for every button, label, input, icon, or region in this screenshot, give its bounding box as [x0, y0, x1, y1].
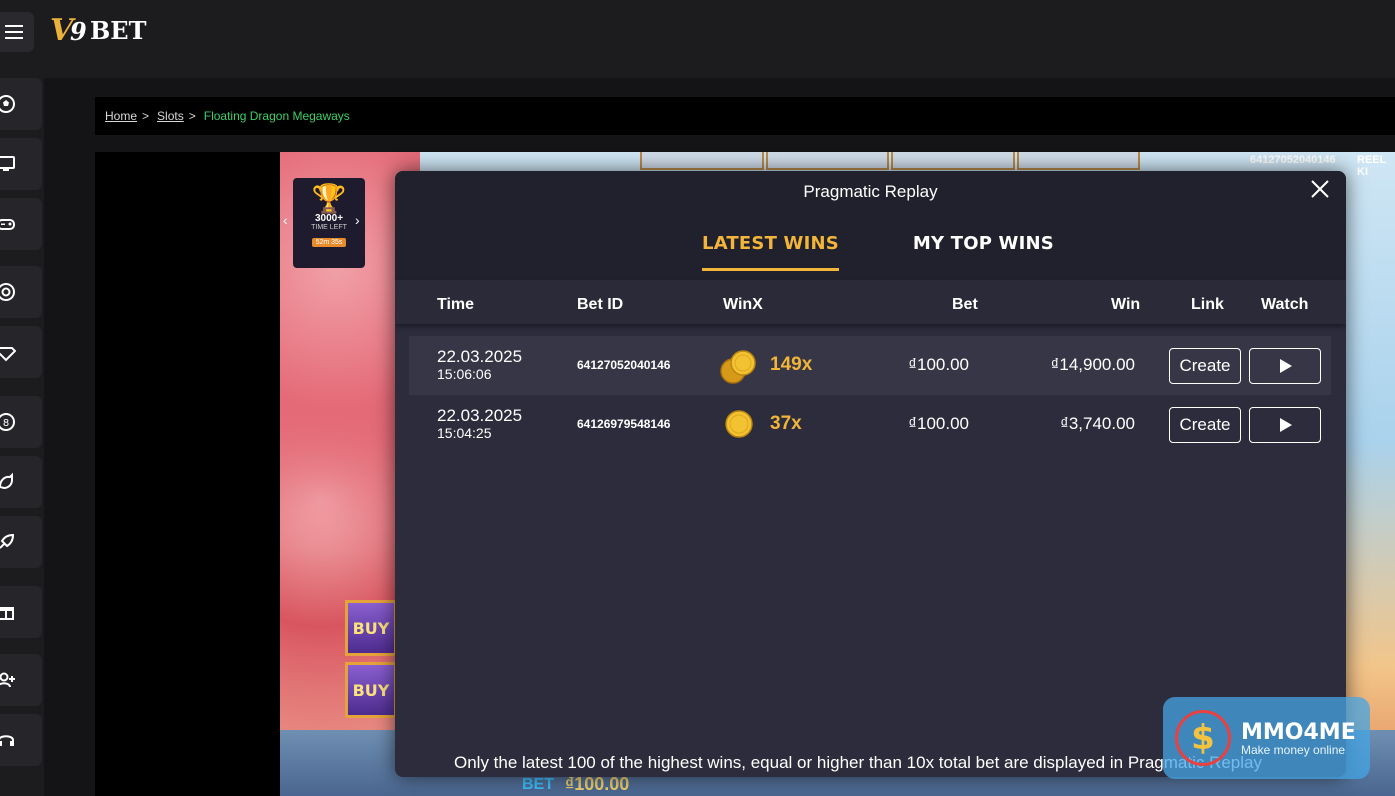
breadcrumb-separator: >: [188, 109, 196, 123]
game-bet-id-overlay: 64127052040146: [1250, 154, 1336, 166]
gift-icon: [0, 607, 14, 620]
play-icon: [1280, 418, 1292, 432]
column-header-bet: Bet: [952, 296, 978, 313]
sidebar-item-lottery[interactable]: 8: [0, 396, 42, 448]
table-row: 22.03.2025 15:04:25 64126979548146 37x ₫…: [409, 395, 1331, 454]
buy-feature-button[interactable]: BUY: [345, 600, 397, 656]
mmo4me-watermark: $ MMO4ME Make money online: [1163, 697, 1370, 779]
site-logo[interactable]: V 9 BET: [50, 12, 146, 48]
rocket-icon: [0, 533, 15, 549]
column-header-winx: WinX: [723, 296, 763, 313]
sidebar-item-casino[interactable]: [0, 266, 42, 318]
row-winx: 37x: [770, 413, 802, 434]
tournament-time: 52m 35s: [311, 238, 347, 247]
row-bet-id: 64126979548146: [577, 417, 671, 431]
breadcrumb-slots-link[interactable]: Slots: [157, 109, 184, 123]
sidebar-item-promotions[interactable]: [0, 586, 42, 638]
row-time: 15:06:06: [437, 366, 492, 382]
table-header: Time Bet ID WinX Bet Win Link Watch: [395, 280, 1346, 324]
breadcrumb-home-link[interactable]: Home: [105, 109, 137, 123]
modal-tabs: LATEST WINS MY TOP WINS: [395, 233, 1346, 271]
row-date: 22.03.2025: [437, 347, 523, 366]
sidebar-item-crash[interactable]: [0, 516, 42, 568]
close-icon[interactable]: [1308, 177, 1332, 201]
buy-feature-button[interactable]: BUY: [345, 662, 397, 718]
game-reels-top: [640, 152, 1140, 170]
logo-mark: V 9: [50, 13, 87, 48]
lottery-ball-icon: 8: [0, 413, 15, 431]
column-header-win: Win: [1111, 296, 1141, 313]
row-date: 22.03.2025: [437, 406, 523, 425]
tournament-prev-arrow-icon[interactable]: ‹: [283, 212, 288, 228]
monitor-icon: [0, 156, 15, 171]
svg-text:8: 8: [3, 418, 9, 429]
gamepad-icon: [0, 219, 15, 230]
sidebar-item-cockfight[interactable]: [0, 456, 42, 508]
row-time: 15:04:25: [437, 425, 492, 441]
modal-title: Pragmatic Replay: [803, 182, 938, 201]
row-bet: ₫100.00: [908, 355, 969, 374]
row-bet-id: 64127052040146: [577, 358, 671, 372]
breadcrumb-separator: >: [142, 109, 150, 123]
pragmatic-replay-modal: Pragmatic Replay LATEST WINS MY TOP WINS…: [395, 171, 1346, 777]
headset-icon: [0, 735, 14, 746]
row-win: ₫3,740.00: [1060, 414, 1135, 433]
sidebar-item-support[interactable]: [0, 714, 42, 766]
create-link-button[interactable]: Create: [1169, 407, 1241, 443]
sidebar-item-referral[interactable]: [0, 654, 42, 706]
watch-replay-button[interactable]: [1249, 348, 1321, 384]
sidebar-item-live[interactable]: [0, 138, 42, 190]
sidebar-item-sports[interactable]: [0, 78, 42, 130]
watch-replay-button[interactable]: [1249, 407, 1321, 443]
table-row: 22.03.2025 15:06:06 64127052040146 149x …: [409, 336, 1331, 395]
column-header-bet-id: Bet ID: [577, 296, 624, 313]
row-win: ₫14,900.00: [1050, 355, 1135, 374]
coin-stack-icon: [720, 350, 756, 384]
tab-latest-wins[interactable]: LATEST WINS: [702, 233, 839, 271]
rooster-icon: [0, 472, 13, 490]
column-header-link: Link: [1191, 296, 1224, 313]
row-bet: ₫100.00: [908, 414, 969, 433]
create-link-button[interactable]: Create: [1169, 348, 1241, 384]
chip-icon: [0, 283, 15, 301]
tournament-next-arrow-icon[interactable]: ›: [355, 212, 360, 228]
game-provider-label: REEL KI: [1357, 154, 1387, 178]
tab-my-top-wins[interactable]: MY TOP WINS: [913, 233, 1054, 271]
logo-text: BET: [90, 15, 147, 45]
sidebar-item-games[interactable]: [0, 198, 42, 250]
top-bar: V 9 BET: [0, 0, 1395, 64]
column-header-watch: Watch: [1261, 296, 1309, 313]
sidebar-item-vip[interactable]: [0, 326, 42, 378]
watermark-tagline: Make money online: [1241, 742, 1346, 757]
bet-value: ₫100.00: [565, 774, 630, 794]
coin-icon: [725, 410, 753, 438]
breadcrumb: Home > Slots > Floating Dragon Megaways: [95, 97, 1395, 135]
column-header-time: Time: [437, 296, 475, 313]
dollar-logo-icon: $: [1175, 710, 1231, 766]
row-winx: 149x: [770, 354, 813, 375]
bet-label: BET: [522, 776, 554, 793]
hamburger-menu-icon[interactable]: [0, 12, 34, 52]
add-user-icon: [0, 672, 15, 688]
breadcrumb-current: Floating Dragon Megaways: [203, 109, 350, 123]
left-sidebar: 8: [0, 78, 44, 796]
diamond-icon: [0, 347, 16, 362]
soccer-ball-icon: [0, 95, 15, 113]
watermark-name: MMO4ME: [1241, 719, 1356, 745]
modal-header: Pragmatic Replay LATEST WINS MY TOP WINS: [395, 171, 1346, 280]
replay-footnote: Only the latest 100 of the highest wins,…: [454, 753, 1262, 772]
trophy-icon: 🏆: [311, 183, 347, 214]
play-icon: [1280, 359, 1292, 373]
